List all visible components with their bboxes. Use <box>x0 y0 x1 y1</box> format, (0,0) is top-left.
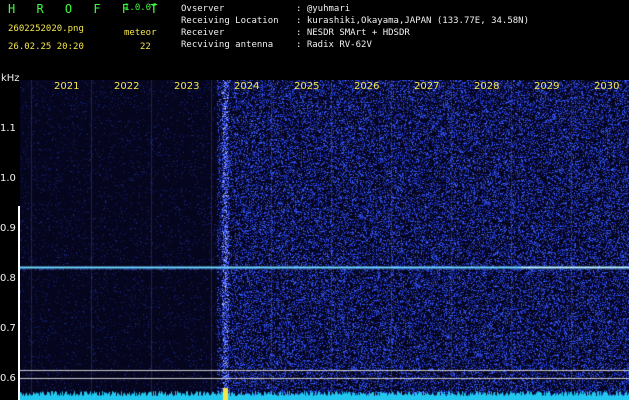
info-location-value: : kurashiki,Okayama,JAPAN (133.77E, 34.5… <box>296 16 529 26</box>
x-tick-label: 2028 <box>474 81 500 92</box>
event-type-label: meteor <box>124 28 157 38</box>
info-observer-label: Ovserver <box>181 4 225 14</box>
x-tick-label: 2023 <box>174 81 200 92</box>
x-tick-label: 2026 <box>354 81 380 92</box>
y-axis-unit-label: kHz <box>1 73 20 84</box>
y-tick-label: 1.1 <box>0 123 16 134</box>
info-antenna-label: Recviving antenna <box>181 40 274 50</box>
app-version: 1.0.0f <box>124 3 157 13</box>
y-tick-label: 0.8 <box>0 273 16 284</box>
y-tick-label: 1.0 <box>0 173 16 184</box>
x-tick-label: 2029 <box>534 81 560 92</box>
x-tick-label: 2021 <box>54 81 80 92</box>
y-tick-label: 0.9 <box>0 223 16 234</box>
info-receiver-value: : NESDR SMArt + HDSDR <box>296 28 410 38</box>
info-observer-value: : @yuhmari <box>296 4 351 14</box>
x-tick-label: 2027 <box>414 81 440 92</box>
event-count: 22 <box>140 42 151 52</box>
x-tick-label: 2030 <box>594 81 620 92</box>
info-antenna-value: : Radix RV-62V <box>296 40 372 50</box>
spectrogram-canvas[interactable] <box>20 80 629 400</box>
x-tick-label: 2025 <box>294 81 320 92</box>
datetime-label: 26.02.25 20:20 <box>8 42 84 52</box>
y-tick-label: 0.6 <box>0 373 16 384</box>
x-tick-label: 2022 <box>114 81 140 92</box>
info-location-label: Receiving Location <box>181 16 279 26</box>
x-tick-label: 2024 <box>234 81 260 92</box>
info-receiver-label: Receiver <box>181 28 225 38</box>
filename-label: 2602252020.png <box>8 24 84 34</box>
level-bar <box>18 206 20 400</box>
header-panel: H R O F F T 1.0.0f 2602252020.png meteor… <box>0 0 629 80</box>
y-tick-label: 0.7 <box>0 323 16 334</box>
